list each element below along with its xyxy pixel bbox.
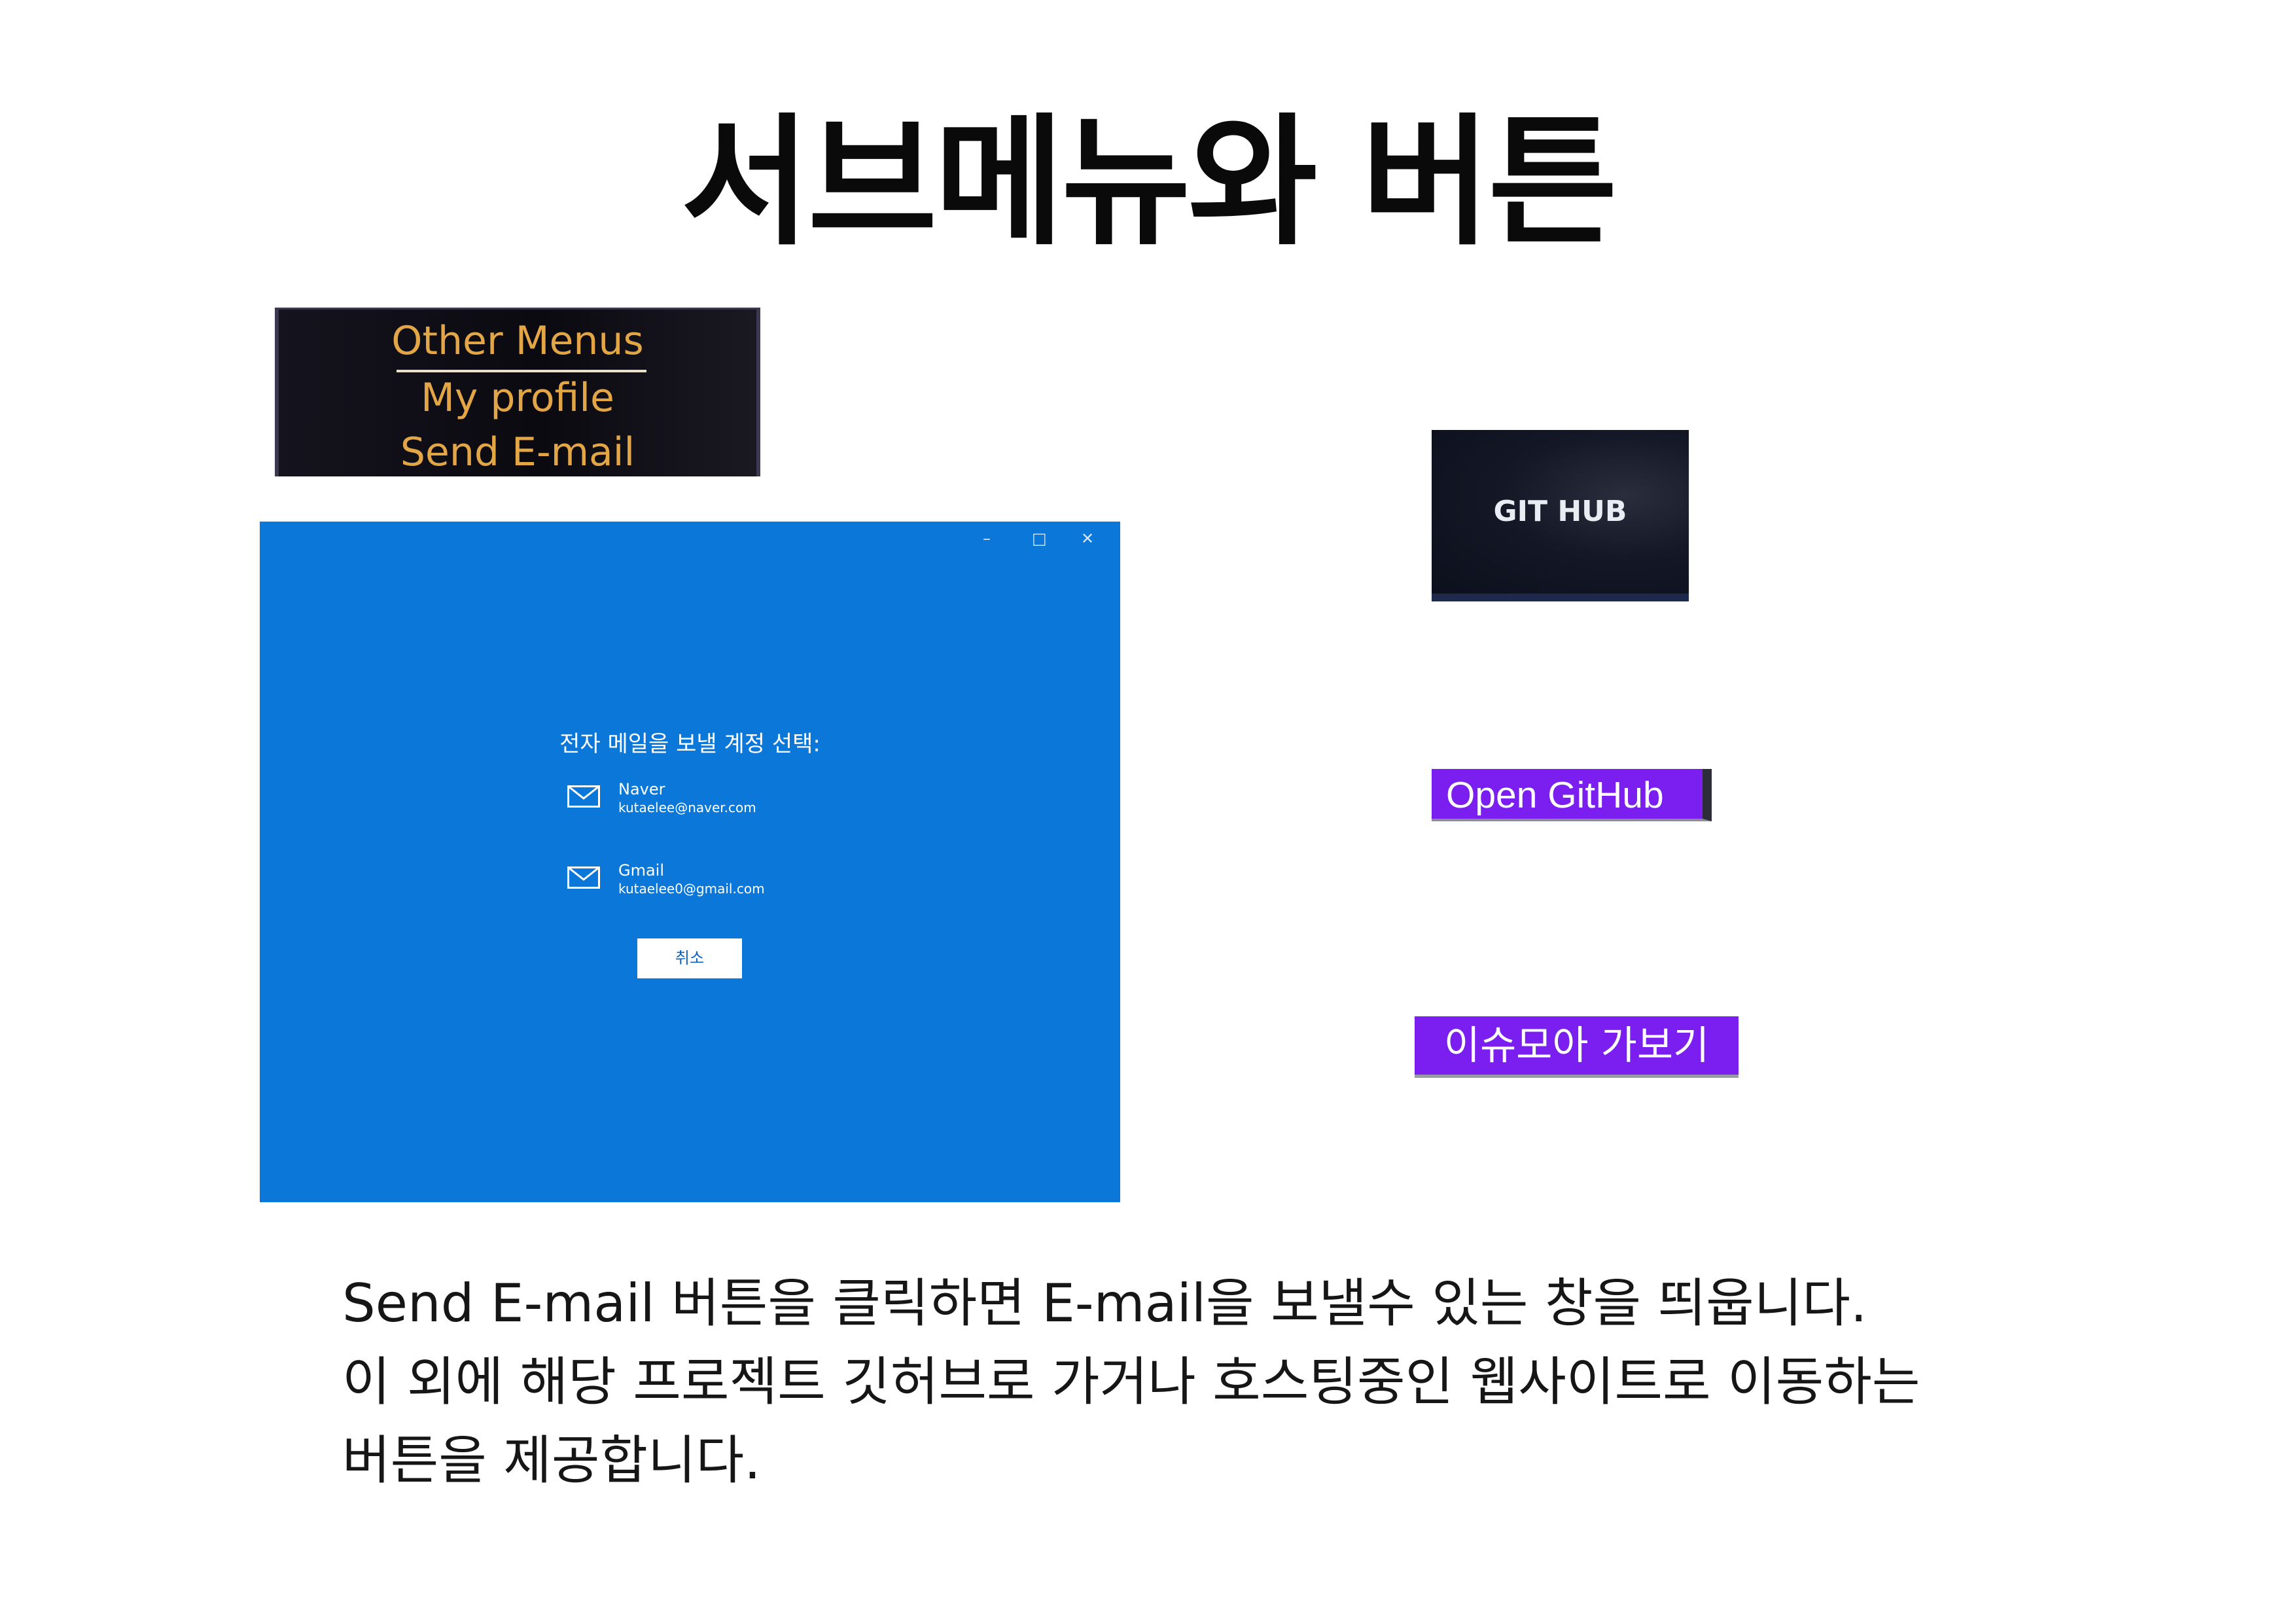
description-line: 이 외에 해당 프로젝트 깃허브로 가거나 호스팅중인 웹사이트로 이동하는 — [342, 1351, 1920, 1412]
submenu-divider — [397, 370, 646, 372]
submenu-item-send-email[interactable]: Send E-mail — [279, 433, 756, 472]
issuemoa-button[interactable]: 이슈모아 가보기 — [1415, 1016, 1739, 1078]
submenu-item-other-menus[interactable]: Other Menus — [279, 321, 756, 361]
account-email: kutaelee0@gmail.com — [618, 881, 765, 897]
description-line: Send E-mail 버튼을 클릭하면 E-mail을 보낼수 있는 창을 띄… — [342, 1273, 1867, 1334]
git-hub-button[interactable]: GIT HUB — [1432, 430, 1689, 601]
mail-icon — [567, 785, 600, 808]
mail-icon — [567, 866, 600, 889]
page-title: 서브메뉴와 버튼 — [680, 100, 1617, 264]
minimize-button[interactable]: – — [983, 529, 991, 548]
account-email: kutaelee@naver.com — [618, 800, 756, 815]
cancel-button[interactable]: 취소 — [637, 938, 742, 978]
submenu-item-my-profile[interactable]: My profile — [279, 378, 756, 418]
maximize-button[interactable]: □ — [1032, 529, 1047, 548]
close-button[interactable]: ✕ — [1081, 529, 1094, 548]
submenu-panel: Other Menus My profile Send E-mail — [275, 308, 760, 476]
account-name: Naver — [618, 780, 665, 798]
description-line: 버튼을 제공합니다. — [342, 1430, 761, 1491]
mail-account-picker-window: – □ ✕ 전자 메일을 보낼 계정 선택: Naver kutaelee@na… — [260, 522, 1120, 1202]
account-name: Gmail — [618, 861, 665, 880]
open-github-button[interactable]: Open GitHub — [1432, 769, 1712, 821]
description-text: Send E-mail 버튼을 클릭하면 E-mail을 보낼수 있는 창을 띄… — [342, 1264, 2174, 1500]
mail-heading: 전자 메일을 보낼 계정 선택: — [559, 731, 821, 757]
